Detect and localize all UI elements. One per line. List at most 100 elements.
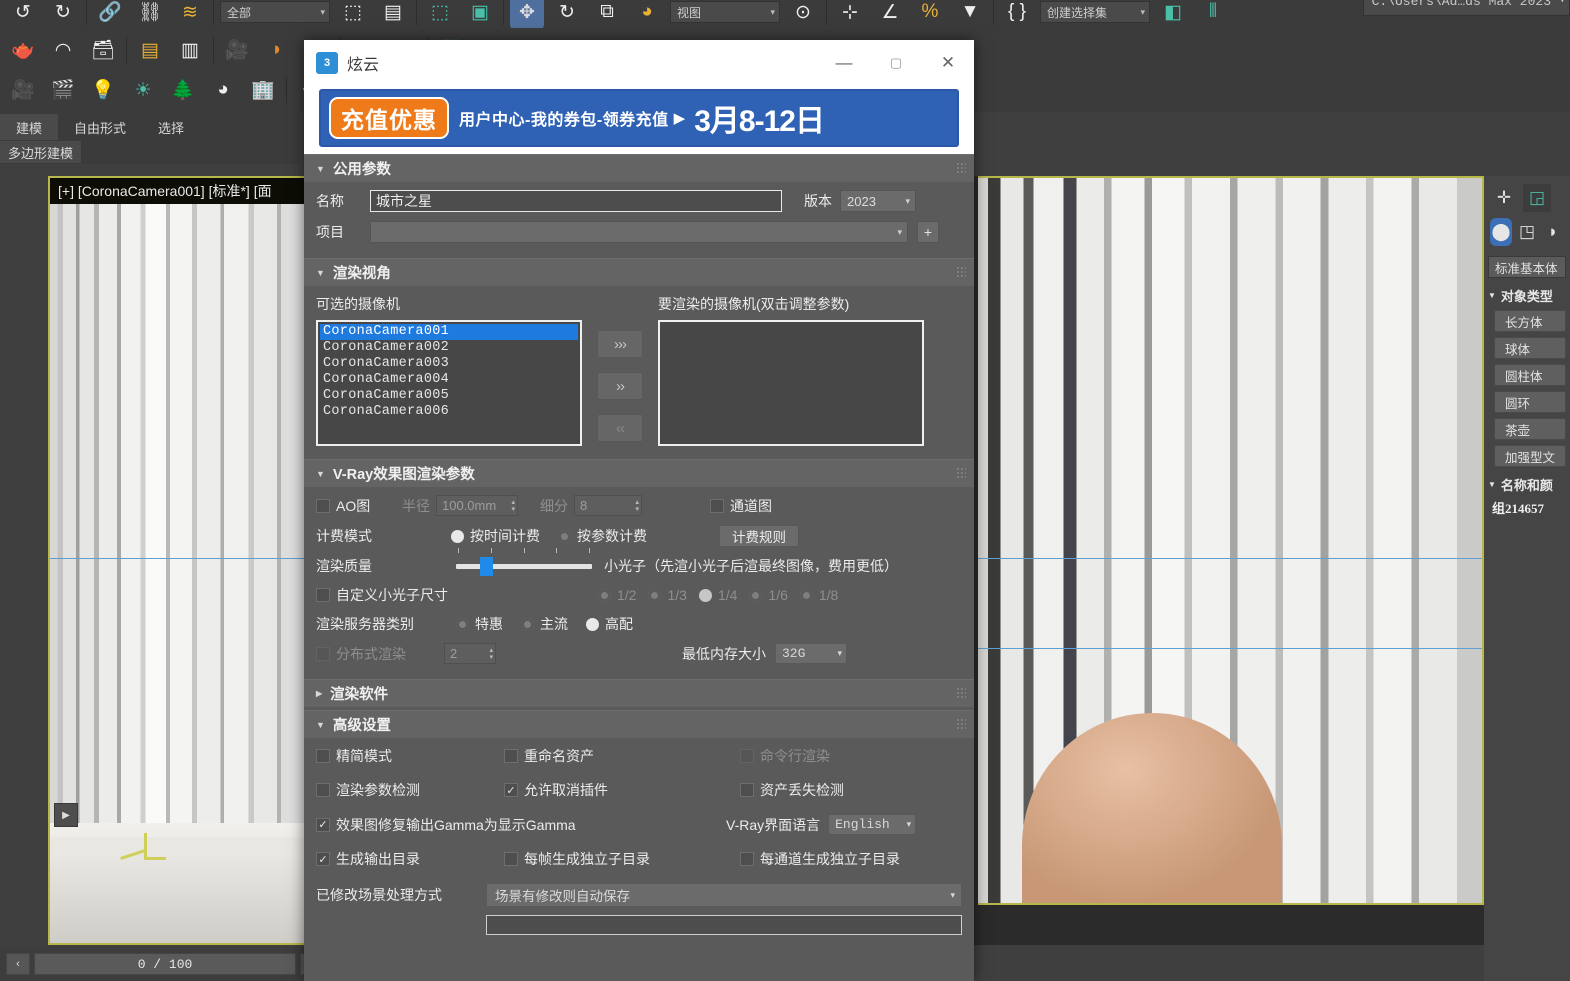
add-project-button[interactable]: + — [917, 221, 939, 243]
camera-add-icon[interactable]: 🎬 — [46, 73, 80, 107]
spinner-arrows-icon[interactable]: ▴ ▾ — [489, 647, 493, 661]
cmdline-render-checkbox[interactable] — [740, 749, 754, 763]
select-and-rotate-icon[interactable]: ↻ — [550, 0, 584, 29]
align-icon[interactable]: ⫴ — [1196, 0, 1230, 29]
teapot-icon[interactable]: 🫖 — [6, 33, 40, 67]
rename-asset-checkbox[interactable] — [504, 749, 518, 763]
viewport-nav-button[interactable]: ▶ — [54, 803, 78, 827]
select-and-move-icon[interactable]: ✥ — [510, 0, 544, 29]
gamma-fix-checkbox[interactable]: ✓ — [316, 817, 330, 832]
ribbon-tab-selection[interactable]: 选择 — [142, 114, 200, 140]
name-color-rollout-header[interactable]: ▼ 名称和颜 — [1488, 475, 1570, 494]
selection-filter-combo[interactable]: 全部 — [220, 1, 330, 23]
render-iterative-icon[interactable]: ◗ — [260, 33, 294, 67]
snap-toggle-icon[interactable]: ⊹ — [833, 0, 867, 29]
viewport-left[interactable]: [+] [CoronaCamera001] [标准*] [面 ▶ — [48, 176, 310, 945]
tree-icon[interactable]: 🌲 — [166, 73, 200, 107]
project-select[interactable] — [370, 221, 908, 243]
named-selection-sets-combo[interactable]: 创建选择集 — [1040, 1, 1150, 23]
object-button-box[interactable]: 长方体 — [1494, 310, 1566, 332]
photon-size-eighth-radio[interactable] — [799, 588, 813, 602]
camera-icon[interactable]: 🎥 — [6, 73, 40, 107]
modify-icon[interactable]: ◲ — [1523, 184, 1551, 212]
dialog-title-bar[interactable]: 3 炫云 — ▢ ✕ — [304, 40, 974, 85]
vray-language-select[interactable]: English — [828, 814, 917, 835]
ribbon-tab-freeform[interactable]: 自由形式 — [58, 114, 142, 140]
reference-coord-combo[interactable]: 视图 — [670, 1, 780, 23]
bottom-input-field[interactable] — [486, 915, 962, 935]
curve-editor-icon[interactable]: ◠ — [46, 33, 80, 67]
subcategory-combo[interactable]: 标准基本体 — [1488, 256, 1566, 278]
available-cameras-list[interactable]: CoronaCamera001 CoronaCamera002 CoronaCa… — [316, 320, 582, 446]
percent-snap-icon[interactable]: % — [913, 0, 947, 29]
redo-icon[interactable]: ↻ — [46, 0, 80, 29]
ao-checkbox[interactable] — [316, 498, 330, 513]
distributed-count-spinner[interactable]: 2 ▴ ▾ — [444, 643, 496, 664]
object-type-rollout-header[interactable]: ▼ 对象类型 — [1488, 286, 1570, 305]
angle-snap-icon[interactable]: ∠ — [873, 0, 907, 29]
render-setup-icon[interactable]: ▤ — [133, 33, 167, 67]
billing-by-param-radio[interactable] — [558, 529, 571, 543]
photon-size-third-radio[interactable] — [648, 588, 662, 602]
object-button-torus[interactable]: 圆环 — [1494, 391, 1566, 413]
mirror-icon[interactable]: ◧ — [1156, 0, 1190, 29]
section-header-render-software[interactable]: ▶ 渲染软件 — [304, 679, 974, 707]
modified-scene-select[interactable]: 场景有修改则自动保存 — [486, 883, 962, 907]
close-icon[interactable]: ✕ — [922, 40, 974, 85]
create-output-dir-checkbox[interactable]: ✓ — [316, 852, 330, 866]
project-name-input[interactable]: 城市之星 — [370, 190, 782, 212]
rendered-frame-icon[interactable]: ▥ — [173, 33, 207, 67]
maximize-icon[interactable]: ▢ — [870, 40, 922, 85]
polygon-modeling-chip[interactable]: 多边形建模 — [0, 141, 82, 163]
pivot-center-icon[interactable]: ⊙ — [786, 0, 820, 29]
named-selection-icon[interactable]: { } — [1000, 0, 1034, 29]
per-channel-subdir-checkbox[interactable] — [740, 852, 754, 866]
sun-light-icon[interactable]: ☀ — [126, 73, 160, 107]
photon-size-quarter-radio[interactable] — [698, 588, 712, 602]
object-button-sphere[interactable]: 球体 — [1494, 337, 1566, 359]
list-item[interactable]: CoronaCamera005 — [320, 388, 578, 404]
spinner-arrows-icon[interactable]: ▴ ▾ — [635, 499, 639, 513]
section-header-render-view[interactable]: ▼ 渲染视角 — [304, 258, 974, 286]
list-item[interactable]: CoronaCamera002 — [320, 340, 578, 356]
list-item[interactable]: CoronaCamera006 — [320, 404, 578, 420]
promo-banner[interactable]: 充值优惠 用户中心-我的券包-领券充值 ▶ 3月8-12日 — [319, 89, 959, 147]
select-region-icon[interactable]: ⬚ — [423, 0, 457, 29]
list-item[interactable]: CoronaCamera004 — [320, 372, 578, 388]
link-icon[interactable]: 🔗 — [93, 0, 127, 29]
minimize-icon[interactable]: — — [818, 40, 870, 85]
render-production-icon[interactable]: 🎥 — [220, 33, 254, 67]
server-mainstream-radio[interactable] — [521, 617, 534, 631]
select-and-scale-icon[interactable]: ⧉ — [590, 0, 624, 29]
select-and-place-icon[interactable]: ◕ — [630, 0, 664, 29]
server-discount-radio[interactable] — [456, 617, 469, 631]
billing-rule-button[interactable]: 计费规则 — [719, 525, 799, 547]
channel-checkbox[interactable] — [710, 498, 724, 513]
target-cameras-list[interactable] — [658, 320, 924, 446]
bind-space-warp-icon[interactable]: ≋ — [173, 0, 207, 29]
memory-select[interactable]: 32G — [775, 643, 847, 664]
select-by-name-icon[interactable]: ▤ — [376, 0, 410, 29]
undo-icon[interactable]: ↺ — [6, 0, 40, 29]
section-header-vray[interactable]: ▼ V-Ray效果图渲染参数 — [304, 459, 974, 487]
object-button-cylinder[interactable]: 圆柱体 — [1494, 364, 1566, 386]
distributed-render-checkbox[interactable] — [316, 646, 330, 661]
custom-photon-checkbox[interactable] — [316, 588, 330, 602]
project-path-field[interactable]: C:\Users\Ad…ds Max 2023 — [1362, 0, 1570, 16]
scene-explorer-icon[interactable]: 🗃 — [86, 33, 120, 67]
unlink-icon[interactable]: ⛓ — [133, 0, 167, 29]
remove-camera-button[interactable]: ‹‹ — [597, 414, 643, 442]
object-button-enhanced-text[interactable]: 加强型文 — [1494, 445, 1566, 467]
allow-cancel-plugin-checkbox[interactable]: ✓ — [504, 783, 518, 797]
object-button-teapot[interactable]: 茶壶 — [1494, 418, 1566, 440]
asset-missing-check-checkbox[interactable] — [740, 783, 754, 797]
quality-slider[interactable] — [456, 548, 592, 576]
spinner-arrows-icon[interactable]: ▴ ▾ — [511, 499, 515, 513]
billing-by-time-radio[interactable] — [451, 529, 464, 543]
list-item[interactable]: CoronaCamera001 — [320, 324, 578, 340]
slider-knob[interactable] — [480, 557, 493, 576]
param-check-checkbox[interactable] — [316, 783, 330, 797]
photon-size-half-radio[interactable] — [598, 588, 611, 602]
version-select[interactable]: 2023 — [840, 190, 916, 212]
ribbon-tab-modeling[interactable]: 建模 — [0, 114, 59, 140]
